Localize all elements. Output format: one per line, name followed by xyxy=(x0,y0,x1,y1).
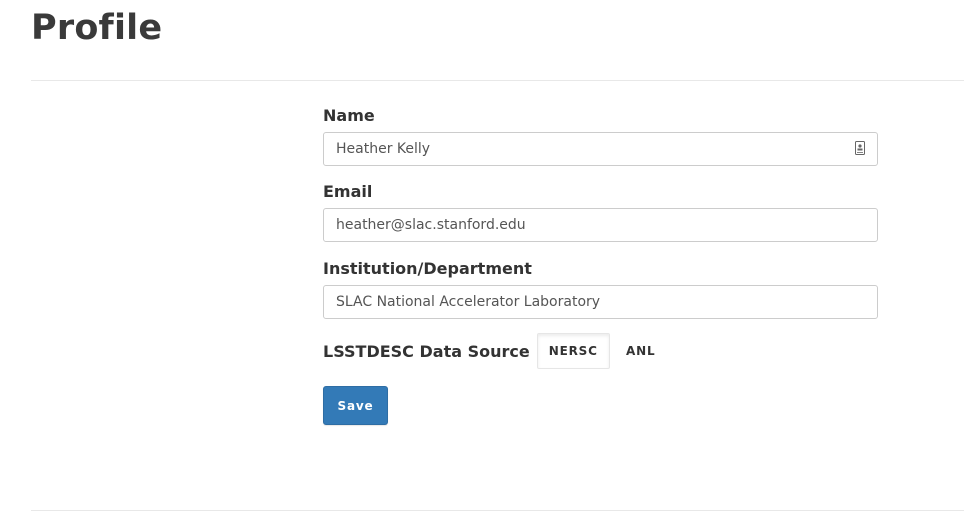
name-input-wrap xyxy=(323,132,878,166)
name-input[interactable] xyxy=(323,132,878,166)
email-field-group: Email xyxy=(323,181,878,242)
name-field-group: Name xyxy=(323,105,878,166)
institution-input[interactable] xyxy=(323,285,878,319)
header-divider xyxy=(31,80,964,81)
footer-divider xyxy=(31,510,964,511)
email-input[interactable] xyxy=(323,208,878,242)
data-source-option-nersc[interactable]: NERSC xyxy=(536,333,610,369)
contact-card-icon[interactable] xyxy=(855,141,865,155)
data-source-row: LSSTDESC Data Source NERSC ANL xyxy=(323,333,672,369)
data-source-option-anl[interactable]: ANL xyxy=(610,333,672,369)
save-button[interactable]: Save xyxy=(323,386,388,425)
email-label: Email xyxy=(323,182,373,201)
page-title: Profile xyxy=(31,8,163,48)
profile-page: Profile Name Email Institution/Departmen… xyxy=(0,0,964,514)
institution-label: Institution/Department xyxy=(323,259,532,278)
data-source-label: LSSTDESC Data Source xyxy=(323,341,530,361)
name-label: Name xyxy=(323,106,375,125)
institution-field-group: Institution/Department xyxy=(323,258,878,319)
